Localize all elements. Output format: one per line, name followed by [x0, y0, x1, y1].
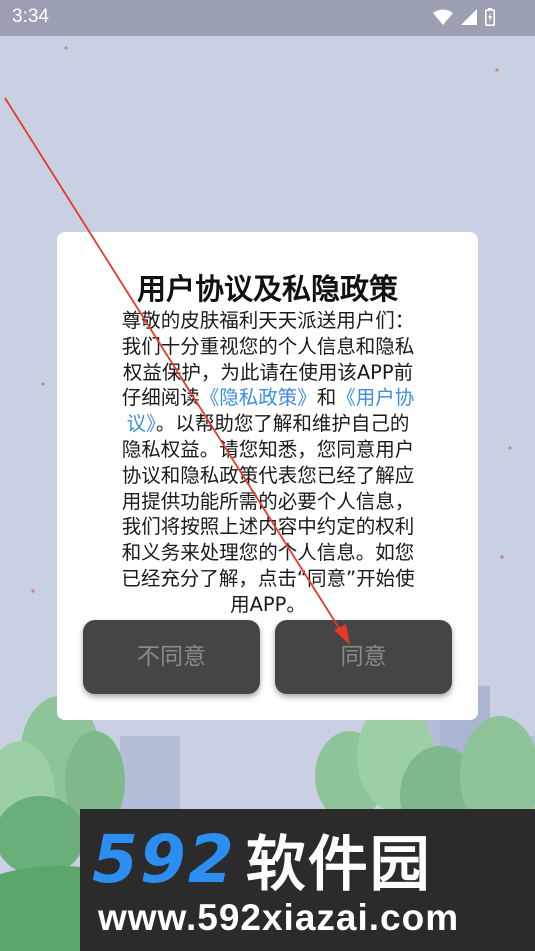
body-line: 和义务来处理您的个人信息。如您 — [121, 541, 415, 565]
watermark-banner: 592 软件园 www.592xiazai.com — [80, 809, 535, 951]
wifi-icon — [433, 9, 453, 25]
watermark-name: 软件园 — [245, 829, 432, 900]
body-line: 尊敬的皮肤福利天天派送用户们： — [121, 309, 415, 332]
body-line-links: 议》。以帮助您了解和维护自己的 — [84, 411, 452, 437]
body-line: 已经充分了解，点击“同意”开始使 — [121, 566, 415, 590]
body-text: 仔细阅读 — [121, 386, 200, 410]
battery-icon — [485, 8, 495, 26]
user-agreement-link[interactable]: 《用户协 — [336, 386, 414, 409]
body-text: 和 — [316, 386, 337, 410]
status-icons — [433, 8, 495, 26]
body-line: 我们将按照上述内容中约定的权利 — [121, 515, 415, 539]
body-text: 。以帮助您了解和维护自己的 — [155, 412, 410, 436]
status-time: 3:34 — [12, 6, 49, 27]
status-bar: 3:34 — [0, 0, 535, 36]
disagree-button[interactable]: 不同意 — [83, 620, 260, 694]
privacy-dialog: 用户协议及私隐政策 尊敬的皮肤福利天天派送用户们： 我们十分重视您的个人信息和隐… — [57, 232, 478, 720]
watermark-number: 592 — [92, 820, 236, 898]
watermark-url: www.592xiazai.com — [98, 897, 460, 938]
body-line: 用提供功能所需的必要个人信息， — [121, 489, 415, 513]
body-line-links: 仔细阅读《隐私政策》和《用户协 — [84, 385, 452, 411]
body-line: 协议和隐私政策代表您已经了解应 — [121, 463, 415, 487]
body-line: 用APP。 — [230, 592, 306, 616]
privacy-policy-link[interactable]: 《隐私政策》 — [200, 386, 317, 409]
signal-icon — [461, 9, 477, 25]
body-line: 我们十分重视您的个人信息和隐私 — [121, 334, 415, 358]
watermark-brand: 592 软件园 — [92, 819, 532, 900]
dialog-body: 尊敬的皮肤福利天天派送用户们： 我们十分重视您的个人信息和隐私 权益保护，为此请… — [84, 308, 452, 618]
dialog-title: 用户协议及私隐政策 — [136, 272, 398, 306]
body-line: 隐私权益。请您知悉，您同意用户 — [121, 437, 415, 461]
agree-button[interactable]: 同意 — [275, 620, 452, 694]
body-line: 权益保护，为此请在使用该APP前 — [122, 360, 414, 384]
user-agreement-link-cont[interactable]: 议》 — [127, 412, 156, 435]
